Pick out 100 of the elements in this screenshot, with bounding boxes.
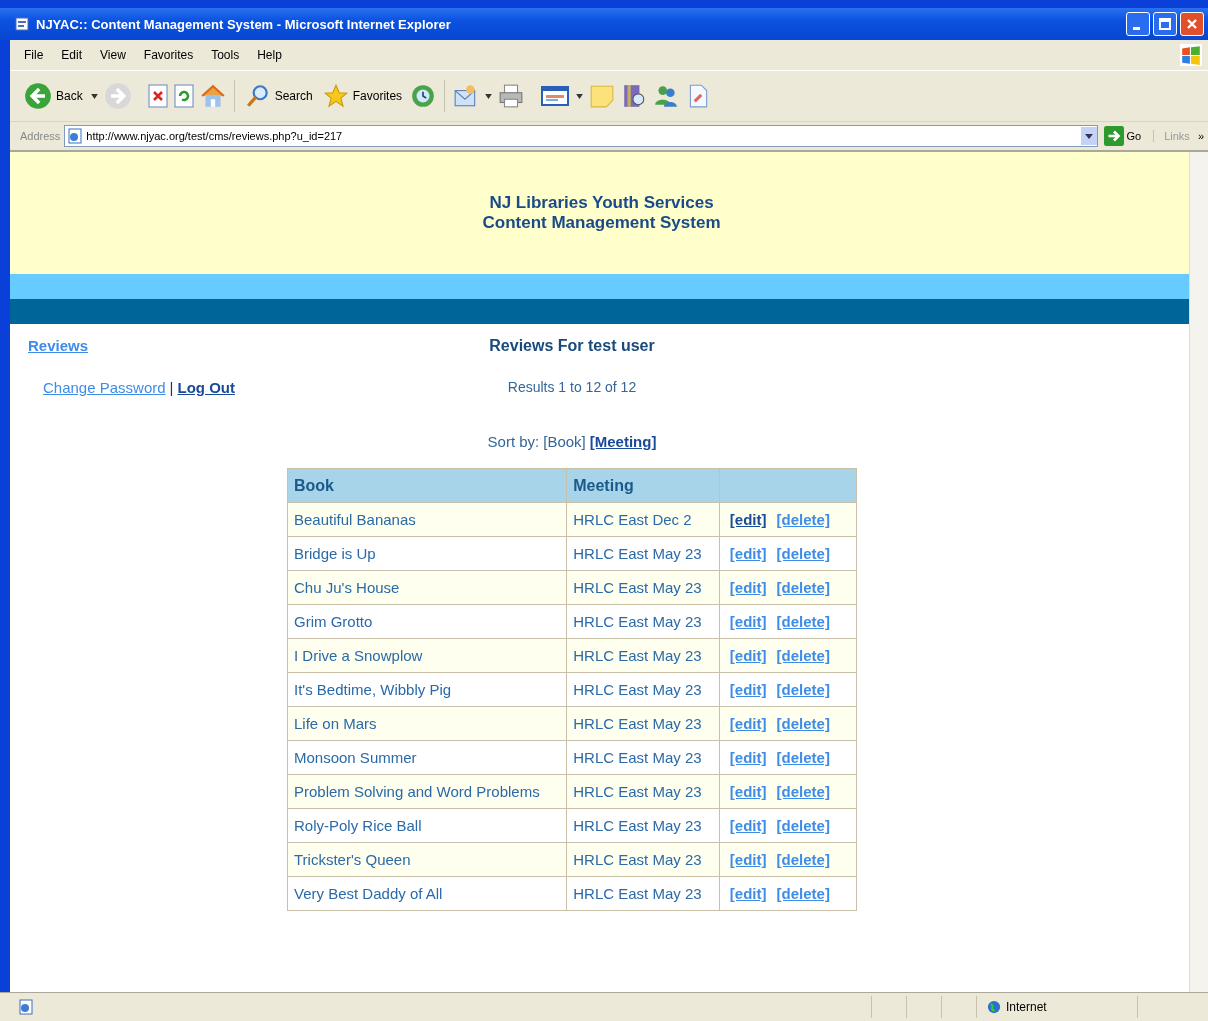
separator-text: |: [169, 379, 174, 396]
table-cell: Chu Ju's House: [287, 570, 567, 605]
menu-item[interactable]: Edit: [61, 48, 83, 62]
search-button[interactable]: Search: [242, 83, 315, 109]
action-link[interactable]: [delete]: [776, 613, 830, 630]
refresh-icon[interactable]: [173, 84, 194, 108]
table-cell: It's Bedtime, Wibbly Pig: [287, 672, 567, 707]
column-header: Book: [287, 468, 567, 503]
history-icon[interactable]: [410, 83, 437, 109]
table-cell: Monsoon Summer: [287, 740, 567, 775]
links-label[interactable]: Links: [1153, 130, 1190, 142]
people-icon[interactable]: [653, 83, 680, 109]
printer-icon[interactable]: [498, 83, 525, 109]
maximize-button[interactable]: [1153, 12, 1177, 36]
menu-item[interactable]: Tools: [211, 48, 240, 62]
close-button[interactable]: [1180, 12, 1204, 36]
action-link[interactable]: [edit]: [729, 511, 767, 528]
dropdown-button[interactable]: [1080, 127, 1097, 145]
table-cell: Trickster's Queen: [287, 842, 567, 877]
table-cell: Bridge is Up: [287, 536, 567, 571]
maximize-icon: [1158, 17, 1172, 31]
globe-icon: [987, 1000, 1001, 1014]
banner-subtitle: Content Management System: [482, 213, 721, 233]
minimize-button[interactable]: [1126, 12, 1150, 36]
table-cell: HRLC East May 23: [566, 638, 720, 673]
action-link[interactable]: [delete]: [776, 783, 830, 800]
action-link[interactable]: [edit]: [729, 783, 767, 800]
table-cell: I Drive a Snowplow: [287, 638, 567, 673]
table-cell: Grim Grotto: [287, 604, 567, 639]
nav-link[interactable]: Change Password: [43, 379, 166, 396]
table-cell: HRLC East May 23: [566, 842, 720, 877]
scrollbar[interactable]: [1189, 152, 1208, 992]
dropdown-caret-icon[interactable]: [576, 93, 584, 99]
table-cell: HRLC East May 23: [566, 740, 720, 775]
action-link[interactable]: [edit]: [729, 545, 767, 562]
table-cell: HRLC East May 23: [566, 672, 720, 707]
table-cell: Problem Solving and Word Problems: [287, 774, 567, 809]
page-icon: [14, 16, 30, 32]
url-text: http://www.njyac.org/test/cms/reviews.php?u_id=217: [86, 130, 343, 142]
address-field[interactable]: http://www.njyac.org/test/cms/reviews.php?u_id=217: [64, 125, 1098, 147]
table-cell: HRLC East May 23: [566, 536, 720, 571]
action-link[interactable]: [delete]: [776, 545, 830, 562]
table-cell: HRLC East May 23: [566, 604, 720, 639]
sort-link[interactable]: [Meeting]: [589, 433, 657, 450]
action-link[interactable]: [edit]: [729, 613, 767, 630]
home-icon[interactable]: [199, 83, 226, 109]
table-cell: Life on Mars: [287, 706, 567, 741]
action-link[interactable]: [delete]: [776, 681, 830, 698]
chevron-icon[interactable]: »: [1193, 130, 1208, 142]
page-icon: [18, 999, 34, 1015]
action-link[interactable]: [delete]: [776, 749, 830, 766]
action-link[interactable]: [delete]: [776, 817, 830, 834]
table-cell: Very Best Daddy of All: [287, 876, 567, 911]
sort-label: Sort by:: [487, 433, 540, 450]
action-link[interactable]: [edit]: [729, 579, 767, 596]
menu-item[interactable]: View: [100, 48, 126, 62]
dropdown-caret-icon[interactable]: [485, 93, 493, 99]
back-button[interactable]: Back: [22, 82, 85, 110]
search-icon: [244, 83, 271, 109]
sort-option: [Book]: [543, 433, 586, 450]
window-title: NJYAC:: Content Management System - Microsoft Internet Explorer: [36, 16, 451, 32]
go-button[interactable]: Go: [1101, 126, 1150, 146]
stop-icon[interactable]: [147, 84, 168, 108]
menu-item[interactable]: Favorites: [143, 48, 194, 62]
menu-item[interactable]: Help: [257, 48, 282, 62]
action-link[interactable]: [delete]: [776, 511, 830, 528]
action-link[interactable]: [edit]: [729, 885, 767, 902]
table-cell: HRLC East May 23: [566, 706, 720, 741]
action-link[interactable]: [delete]: [776, 715, 830, 732]
action-link[interactable]: [edit]: [729, 715, 767, 732]
menu-item[interactable]: File: [24, 48, 44, 62]
table-cell: HRLC East May 23: [566, 570, 720, 605]
action-link[interactable]: [edit]: [729, 681, 767, 698]
table-cell: Roly-Poly Rice Ball: [287, 808, 567, 843]
table-cell: Beautiful Bananas: [287, 502, 567, 537]
table-cell: HRLC East Dec 2: [566, 502, 720, 537]
action-link[interactable]: [edit]: [729, 851, 767, 868]
zone-label: Internet: [1006, 1000, 1047, 1014]
action-link[interactable]: [edit]: [729, 817, 767, 834]
star-icon: [322, 83, 349, 109]
action-link[interactable]: [delete]: [776, 579, 830, 596]
dropdown-caret-icon[interactable]: [90, 93, 98, 99]
action-link[interactable]: [delete]: [776, 885, 830, 902]
page-heading: Reviews For test user: [489, 337, 655, 355]
minimize-icon: [1133, 26, 1140, 30]
page-icon: [67, 128, 84, 144]
edit-window-icon[interactable]: [540, 84, 571, 108]
action-link[interactable]: [edit]: [729, 749, 767, 766]
reviews-link[interactable]: Reviews: [28, 337, 89, 354]
close-icon: [1185, 17, 1199, 31]
action-link[interactable]: [edit]: [729, 647, 767, 664]
table-cell: HRLC East May 23: [566, 876, 720, 911]
table-cell: HRLC East May 23: [566, 774, 720, 809]
nav-link[interactable]: Log Out: [177, 379, 235, 396]
column-header: Meeting: [566, 468, 720, 503]
action-link[interactable]: [delete]: [776, 647, 830, 664]
action-link[interactable]: [delete]: [776, 851, 830, 868]
windows-flag-icon: [1180, 44, 1202, 66]
address-label: Address: [20, 130, 61, 142]
favorites-button[interactable]: Favorites: [320, 83, 405, 109]
